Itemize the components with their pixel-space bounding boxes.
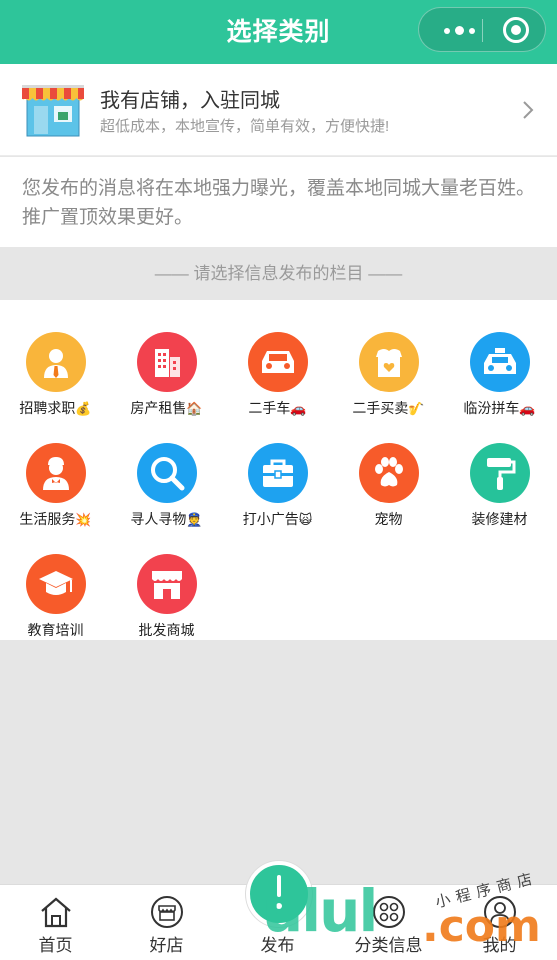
category-label: 打小广告 (242, 511, 299, 527)
tab-shops[interactable]: 好店 (111, 885, 222, 960)
tab-mine[interactable]: 我的 (444, 885, 555, 960)
shop-join-banner[interactable]: 我有店铺，入驻同城 超低成本，本地宣传，简单有效，方便快捷! (0, 64, 557, 156)
category-decoration[interactable]: 装修建材 (444, 443, 555, 543)
category-emoji: 🚗 (519, 401, 536, 416)
category-label: 临汾拼车 (463, 400, 520, 416)
category-label: 房产租售 (130, 400, 187, 416)
category-real-estate[interactable]: 房产租售🏠 (111, 332, 222, 432)
category-grid: 招聘求职💰 房产租售🏠 二手车🚗 二手买卖🎷 临汾拼车🚗 生活服务💥 寻人寻物👮… (0, 300, 557, 640)
category-emoji: 💥 (75, 512, 92, 527)
category-label: 招聘求职 (19, 400, 76, 416)
category-label: 二手车 (248, 400, 291, 416)
publish-icon-dot (276, 903, 282, 909)
storefront-icon (22, 85, 84, 137)
briefcase-icon (248, 443, 308, 503)
category-life-service[interactable]: 生活服务💥 (0, 443, 111, 543)
waiter-icon (26, 443, 86, 503)
category-recruitment[interactable]: 招聘求职💰 (0, 332, 111, 432)
category-emoji: 🚗 (290, 401, 307, 416)
tab-label: 发布 (260, 936, 295, 955)
publish-button[interactable] (246, 861, 312, 927)
tab-label: 首页 (38, 936, 73, 955)
category-label: 装修建材 (471, 511, 528, 527)
section-header: —— 请选择信息发布的栏目 —— (0, 247, 557, 300)
car-icon (248, 332, 308, 392)
category-wholesale[interactable]: 批发商城 (111, 554, 222, 654)
capsule-divider (482, 19, 483, 42)
category-label: 教育培训 (27, 622, 84, 638)
shop-banner-title: 我有店铺，入驻同城 (100, 90, 280, 112)
category-label: 生活服务 (19, 511, 76, 527)
tab-home[interactable]: 首页 (0, 885, 111, 960)
navigation-bar: 选择类别 (0, 0, 557, 64)
category-carpool[interactable]: 临汾拼车🚗 (444, 332, 555, 432)
tab-categories[interactable]: 分类信息 (333, 885, 444, 960)
category-pets[interactable]: 宠物 (333, 443, 444, 543)
category-label: 二手买卖 (352, 400, 409, 416)
magnifier-icon (137, 443, 197, 503)
category-emoji: 🏠 (186, 401, 203, 416)
paint-roller-icon (470, 443, 530, 503)
store-icon (151, 896, 183, 928)
category-emoji: 👮 (186, 512, 203, 527)
category-used-car[interactable]: 二手车🚗 (222, 332, 333, 432)
category-small-ads[interactable]: 打小广告🙀 (222, 443, 333, 543)
category-emoji: 💰 (75, 401, 92, 416)
category-label: 寻人寻物 (130, 511, 187, 527)
category-label: 批发商城 (138, 622, 195, 638)
person-tie-icon (26, 332, 86, 392)
user-icon (484, 896, 516, 928)
paw-icon (359, 443, 419, 503)
home-icon (41, 897, 71, 928)
chevron-right-icon (523, 101, 534, 119)
building-icon (137, 332, 197, 392)
category-emoji: 🎷 (408, 401, 425, 416)
graduation-cap-icon (26, 554, 86, 614)
shop-awning-icon (137, 554, 197, 614)
taxi-icon (470, 332, 530, 392)
category-lost-found[interactable]: 寻人寻物👮 (111, 443, 222, 543)
tab-label: 好店 (149, 936, 184, 955)
category-label: 宠物 (374, 511, 403, 527)
tab-label: 分类信息 (354, 936, 423, 955)
category-icon (373, 896, 405, 928)
more-dots-icon[interactable] (437, 8, 481, 53)
target-icon[interactable] (503, 17, 529, 43)
publish-icon (277, 875, 281, 897)
tab-label: 我的 (482, 936, 517, 955)
publish-notice: 您发布的消息将在本地强力曝光，覆盖本地同城大量老百姓。推广置顶效果更好。 (0, 157, 557, 247)
mini-program-capsule (418, 7, 546, 52)
category-second-hand[interactable]: 二手买卖🎷 (333, 332, 444, 432)
category-emoji: 🙀 (298, 512, 313, 527)
category-education[interactable]: 教育培训 (0, 554, 111, 654)
gift-box-icon (359, 332, 419, 392)
shop-banner-subtitle: 超低成本，本地宣传，简单有效，方便快捷! (100, 118, 390, 135)
